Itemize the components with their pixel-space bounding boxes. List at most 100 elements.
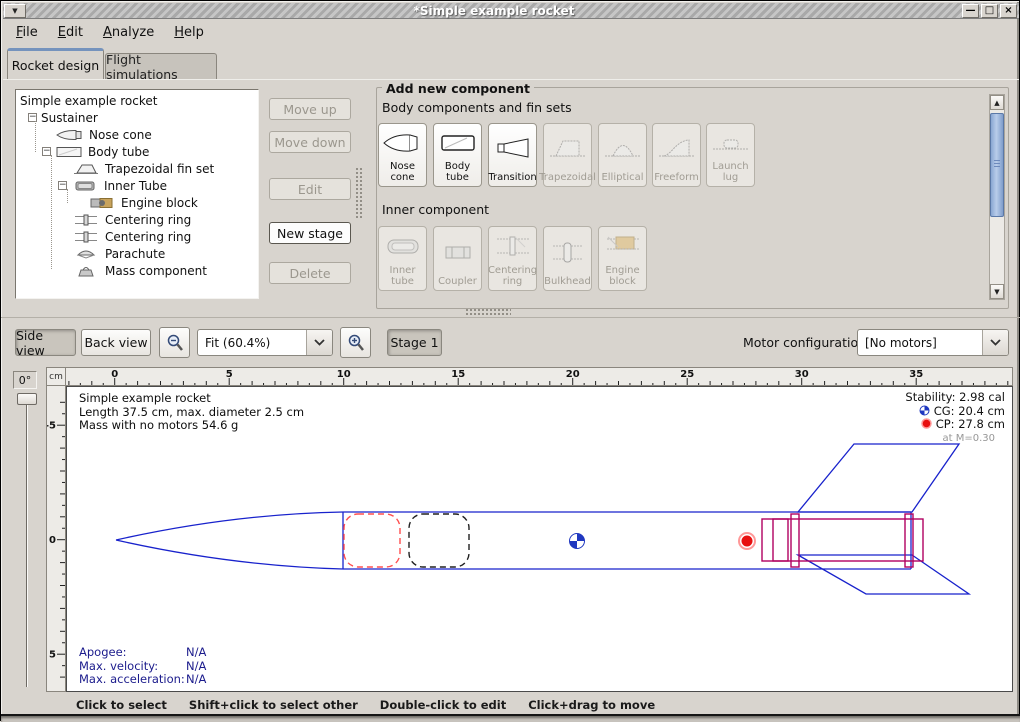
menu-analyze[interactable]: Analyze	[94, 22, 163, 43]
title-bar[interactable]: ▼ *Simple example rocket — □ ×	[3, 3, 1019, 19]
palette-label: Coupler	[438, 276, 477, 287]
svg-text:0: 0	[111, 369, 118, 380]
engine-block-outline	[773, 519, 788, 561]
motor-configuration-select[interactable]: [No motors]	[857, 329, 1009, 356]
chevron-down-icon[interactable]	[982, 330, 1008, 355]
horizontal-splitter-handle[interactable]	[465, 308, 511, 316]
tree-item-sustainer[interactable]: − Sustainer	[16, 109, 258, 126]
palette-centering-ring-button[interactable]: Centering ring	[488, 226, 537, 291]
parachute-icon	[72, 247, 100, 261]
horizontal-ruler: 05101520253035	[66, 367, 1013, 386]
tree-label: Mass component	[105, 264, 207, 278]
palette-engine-block-button[interactable]: Engine block	[598, 226, 647, 291]
palette-coupler-button[interactable]: Coupler	[433, 226, 482, 291]
palette-nose-cone-button[interactable]: Nose cone	[378, 123, 427, 187]
tree-item-centering-ring-1[interactable]: Centering ring	[16, 211, 258, 228]
vertical-ruler: -505	[46, 386, 66, 692]
maximize-button[interactable]: □	[981, 4, 998, 18]
rocket-name: Simple example rocket	[79, 392, 304, 406]
palette-elliptical-button[interactable]: Elliptical	[598, 123, 647, 187]
transition-icon	[489, 124, 536, 172]
tree-item-body-tube[interactable]: − Body tube	[16, 143, 258, 160]
new-stage-button[interactable]: New stage	[269, 222, 351, 244]
side-view-button[interactable]: Side view	[15, 329, 76, 356]
body-tube-icon	[55, 145, 83, 159]
fin-set-icon	[72, 162, 100, 176]
trapezoidal-fin-icon	[544, 124, 591, 172]
parachute-outline	[344, 514, 400, 567]
tab-rocket-design[interactable]: Rocket design	[7, 48, 104, 79]
rotation-slider-track[interactable]	[26, 395, 28, 687]
cp-icon	[921, 418, 932, 429]
scrollbar-thumb[interactable]	[990, 113, 1004, 217]
tree-item-inner-tube[interactable]: − Inner Tube	[16, 177, 258, 194]
svg-text:35: 35	[909, 369, 923, 380]
tree-collapse-icon[interactable]: −	[42, 147, 51, 156]
scroll-up-icon[interactable]: ▲	[990, 95, 1004, 110]
edit-button[interactable]: Edit	[269, 178, 351, 200]
tree-label: Centering ring	[105, 213, 191, 227]
centering-ring-icon	[489, 227, 536, 265]
rocket-mass: Mass with no motors 54.6 g	[79, 419, 304, 433]
chevron-down-icon[interactable]	[306, 330, 332, 355]
svg-text:25: 25	[680, 369, 694, 380]
hint-bar: Click to select Shift+click to select ot…	[76, 698, 655, 712]
move-down-button[interactable]: Move down	[269, 131, 351, 153]
tree-item-fin-set[interactable]: Trapezoidal fin set	[16, 160, 258, 177]
delete-button[interactable]: Delete	[269, 262, 351, 284]
tree-connector	[35, 121, 36, 152]
apogee-value: N/A	[186, 646, 206, 660]
close-button[interactable]: ×	[1000, 4, 1017, 18]
ruler-unit-label: cm	[46, 367, 66, 386]
hint-shift-click: Shift+click to select other	[189, 698, 358, 712]
scroll-down-icon[interactable]: ▼	[990, 284, 1004, 299]
tree-item-centering-ring-2[interactable]: Centering ring	[16, 228, 258, 245]
minimize-button[interactable]: —	[962, 4, 979, 18]
cg-marker	[570, 534, 585, 549]
menu-edit[interactable]: Edit	[49, 22, 92, 43]
window-menu-icon[interactable]: ▼	[4, 4, 26, 18]
palette-trapezoidal-button[interactable]: Trapezoidal	[543, 123, 592, 187]
rotation-slider-handle[interactable]	[17, 393, 37, 405]
zoom-out-button[interactable]	[159, 327, 190, 358]
tree-collapse-icon[interactable]: −	[58, 181, 67, 190]
menu-file[interactable]: File	[7, 22, 47, 43]
tree-item-rocket[interactable]: Simple example rocket	[16, 92, 258, 109]
tree-item-engine-block[interactable]: Engine block	[16, 194, 258, 211]
tree-label: Body tube	[88, 145, 149, 159]
palette-label: Elliptical	[601, 172, 643, 183]
svg-text:5: 5	[226, 369, 233, 380]
menu-help[interactable]: Help	[165, 22, 213, 43]
palette-freeform-button[interactable]: Freeform	[652, 123, 701, 187]
palette-launch-lug-button[interactable]: Launch lug	[706, 123, 755, 187]
tree-item-mass-component[interactable]: Mass component	[16, 262, 258, 279]
palette-bulkhead-button[interactable]: Bulkhead	[543, 226, 592, 291]
back-view-button[interactable]: Back view	[81, 329, 151, 356]
palette-body-tube-button[interactable]: Body tube	[433, 123, 482, 187]
palette-label: Transition	[488, 172, 536, 183]
tab-flight-simulations[interactable]: Flight simulations	[105, 53, 217, 79]
zoom-in-button[interactable]	[340, 327, 371, 358]
stability-value: Stability: 2.98 cal	[905, 391, 1005, 405]
move-up-button[interactable]: Move up	[269, 98, 351, 120]
tree-item-parachute[interactable]: Parachute	[16, 245, 258, 262]
palette-inner-tube-button[interactable]: Inner tube	[378, 226, 427, 291]
palette-transition-button[interactable]: Transition	[488, 123, 537, 187]
tree-label: Inner Tube	[104, 179, 167, 193]
elliptical-fin-icon	[599, 124, 646, 172]
stage-1-toggle[interactable]: Stage 1	[387, 329, 442, 356]
zoom-select[interactable]: Fit (60.4%)	[197, 329, 333, 356]
palette-label: Inner tube	[379, 265, 426, 287]
tree-label: Sustainer	[41, 111, 98, 125]
tree-label: Engine block	[121, 196, 198, 210]
hint-double-click: Double-click to edit	[380, 698, 506, 712]
svg-text:5: 5	[49, 650, 56, 661]
cg-value: CG: 20.4 cm	[934, 404, 1005, 418]
window-title: *Simple example rocket	[26, 4, 962, 18]
page-divider	[3, 79, 1019, 80]
component-tree[interactable]: Simple example rocket − Sustainer Nose c…	[15, 89, 259, 299]
vertical-splitter-handle[interactable]	[355, 167, 363, 219]
tree-item-nose-cone[interactable]: Nose cone	[16, 126, 258, 143]
centering-ring-icon	[72, 213, 100, 227]
tree-label: Trapezoidal fin set	[105, 162, 214, 176]
